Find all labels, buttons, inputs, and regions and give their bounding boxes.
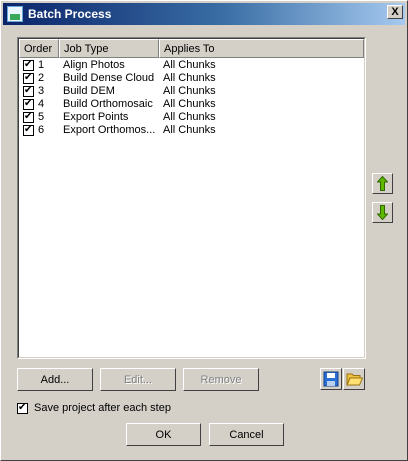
save-project-checkbox[interactable] <box>17 402 28 414</box>
edit-button-label: Edit... <box>123 373 153 386</box>
row-order: 2 <box>38 72 45 84</box>
remove-button[interactable]: Remove <box>183 368 259 391</box>
table-row[interactable]: 5 Export Points All Chunks <box>19 111 364 124</box>
table-row[interactable]: 3 Build DEM All Chunks <box>19 85 364 98</box>
window-title: Batch Process <box>28 7 112 21</box>
row-job-type: Export Points <box>63 111 129 123</box>
app-icon <box>7 6 23 22</box>
row-applies-to: All Chunks <box>163 85 216 97</box>
remove-button-label: Remove <box>200 373 242 386</box>
row-checkbox[interactable] <box>23 85 34 97</box>
row-order: 4 <box>38 98 45 110</box>
folder-open-icon <box>345 373 363 386</box>
batch-process-dialog: Batch Process X Order Job Type Applies T… <box>0 0 408 461</box>
column-header-job-type[interactable]: Job Type <box>59 39 159 58</box>
open-batch-button[interactable] <box>343 368 365 390</box>
ok-button-label: OK <box>155 428 172 441</box>
title-bar: Batch Process X <box>3 3 405 25</box>
column-header-order[interactable]: Order <box>19 39 59 58</box>
floppy-disk-icon <box>323 371 339 387</box>
table-row[interactable]: 1 Align Photos All Chunks <box>19 59 364 72</box>
cancel-button[interactable]: Cancel <box>209 423 284 446</box>
save-project-label: Save project after each step <box>34 402 171 414</box>
row-order: 1 <box>38 59 45 71</box>
ok-button[interactable]: OK <box>126 423 201 446</box>
table-row[interactable]: 2 Build Dense Cloud All Chunks <box>19 72 364 85</box>
job-list[interactable]: Order Job Type Applies To 1 Align Photos… <box>17 37 366 359</box>
table-row[interactable]: 4 Build Orthomosaic All Chunks <box>19 98 364 111</box>
row-checkbox[interactable] <box>23 111 34 123</box>
row-job-type: Align Photos <box>63 59 125 71</box>
save-batch-button[interactable] <box>320 368 342 390</box>
close-icon: X <box>391 5 399 18</box>
row-job-type: Build DEM <box>63 85 115 97</box>
add-button[interactable]: Add... <box>17 368 93 391</box>
close-button[interactable]: X <box>387 5 403 19</box>
row-checkbox[interactable] <box>23 98 34 110</box>
save-project-option[interactable]: Save project after each step <box>17 402 171 414</box>
row-job-type: Build Orthomosaic <box>63 98 153 110</box>
add-button-label: Add... <box>40 373 70 386</box>
row-checkbox[interactable] <box>23 72 34 84</box>
row-job-type: Build Dense Cloud <box>63 72 155 84</box>
row-checkbox[interactable] <box>23 124 34 136</box>
row-applies-to: All Chunks <box>163 72 216 84</box>
row-applies-to: All Chunks <box>163 98 216 110</box>
table-row[interactable]: 6 Export Orthomos... All Chunks <box>19 124 364 137</box>
move-up-button[interactable] <box>372 173 393 194</box>
row-order: 3 <box>38 85 45 97</box>
arrow-down-icon <box>377 205 388 220</box>
row-checkbox[interactable] <box>23 59 34 71</box>
column-header-applies-to[interactable]: Applies To <box>159 39 364 58</box>
row-order: 6 <box>38 124 45 136</box>
row-applies-to: All Chunks <box>163 124 216 136</box>
edit-button[interactable]: Edit... <box>100 368 176 391</box>
move-down-button[interactable] <box>372 202 393 223</box>
list-header: Order Job Type Applies To <box>19 39 364 58</box>
arrow-up-icon <box>377 176 388 191</box>
row-job-type: Export Orthomos... <box>63 124 156 136</box>
row-applies-to: All Chunks <box>163 59 216 71</box>
row-order: 5 <box>38 111 45 123</box>
row-applies-to: All Chunks <box>163 111 216 123</box>
cancel-button-label: Cancel <box>229 428 264 441</box>
